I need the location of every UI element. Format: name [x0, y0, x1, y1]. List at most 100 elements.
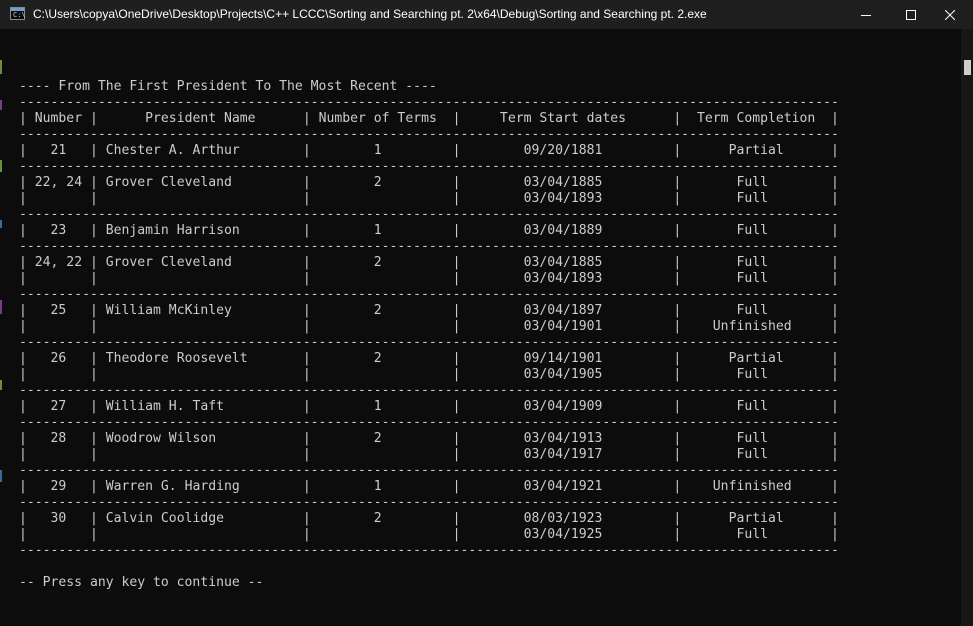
term-start-date: 08/03/1923 [460, 511, 674, 526]
table-separator: ----------------------------------------… [19, 127, 839, 142]
president-name: Woodrow Wilson [97, 431, 303, 446]
close-button[interactable] [927, 0, 973, 29]
term-completion: Partial [681, 143, 832, 158]
table-row: | 26 | Theodore Roosevelt | 2 | 09/14/19… [19, 351, 839, 366]
column-header: Term Completion [681, 111, 832, 126]
table-separator: ----------------------------------------… [19, 463, 839, 478]
term-completion: Full [681, 447, 832, 462]
table-row: | 28 | Woodrow Wilson | 2 | 03/04/1913 |… [19, 431, 839, 446]
vertical-scrollbar[interactable] [961, 29, 973, 626]
president-number: 21 [26, 143, 90, 158]
scrollbar-thumb[interactable] [964, 60, 971, 75]
president-name: William McKinley [97, 303, 303, 318]
term-start-date: 03/04/1889 [460, 223, 674, 238]
president-number: 24, 22 [26, 255, 90, 270]
president-number: 29 [26, 479, 90, 494]
number-of-terms: 2 [310, 175, 453, 190]
table-row: | 29 | Warren G. Harding | 1 | 03/04/192… [19, 479, 839, 494]
term-start-date: 09/20/1881 [460, 143, 674, 158]
number-of-terms: 2 [310, 303, 453, 318]
table-row: | 27 | William H. Taft | 1 | 03/04/1909 … [19, 399, 839, 414]
term-start-date: 03/04/1893 [460, 191, 674, 206]
continue-prompt: -- Press any key to continue -- [19, 575, 264, 590]
term-completion: Full [681, 303, 832, 318]
president-number: 28 [26, 431, 90, 446]
president-number: 25 [26, 303, 90, 318]
table-row: | | | | 03/04/1917 | Full | [19, 447, 839, 462]
term-completion: Full [681, 223, 832, 238]
president-number: 27 [26, 399, 90, 414]
table-separator: ----------------------------------------… [19, 287, 839, 302]
term-start-date: 03/04/1905 [460, 367, 674, 382]
maximize-icon [906, 9, 916, 20]
table-row: | 22, 24 | Grover Cleveland | 2 | 03/04/… [19, 175, 839, 190]
president-number: 22, 24 [26, 175, 90, 190]
column-header: Number [26, 111, 90, 126]
term-completion: Full [681, 191, 832, 206]
table-row: | 30 | Calvin Coolidge | 2 | 08/03/1923 … [19, 511, 839, 526]
minimize-button[interactable] [843, 0, 889, 29]
number-of-terms: 1 [310, 223, 453, 238]
header-row: | Number | President Name | Number of Te… [19, 111, 839, 126]
term-start-date: 03/04/1893 [460, 271, 674, 286]
table-row: | 21 | Chester A. Arthur | 1 | 09/20/188… [19, 143, 839, 158]
term-start-date: 03/04/1901 [460, 319, 674, 334]
term-start-date: 03/04/1885 [460, 255, 674, 270]
table-separator: ----------------------------------------… [19, 543, 839, 558]
table-separator: ----------------------------------------… [19, 239, 839, 254]
president-number: 30 [26, 511, 90, 526]
term-completion: Full [681, 255, 832, 270]
term-completion: Full [681, 367, 832, 382]
heading-line: ---- From The First President To The Mos… [19, 79, 839, 95]
term-start-date: 03/04/1925 [460, 527, 674, 542]
term-completion: Full [681, 527, 832, 542]
term-start-date: 03/04/1913 [460, 431, 674, 446]
app-icon-label: C:\ [13, 11, 26, 19]
president-name: Benjamin Harrison [97, 223, 303, 238]
table-separator: ----------------------------------------… [19, 495, 839, 510]
president-name: Calvin Coolidge [97, 511, 303, 526]
table-separator: ----------------------------------------… [19, 159, 839, 174]
table-row: | 23 | Benjamin Harrison | 1 | 03/04/188… [19, 223, 839, 238]
console-app-icon[interactable]: C:\ [10, 7, 26, 20]
column-header: President Name [97, 111, 303, 126]
title-bar[interactable]: C:\ C:\Users\copya\OneDrive\Desktop\Proj… [0, 0, 973, 29]
president-name: Grover Cleveland [97, 175, 303, 190]
term-completion: Full [681, 399, 832, 414]
president-name: Grover Cleveland [97, 255, 303, 270]
term-completion: Unfinished [681, 479, 832, 494]
table-row: | | | | 03/04/1893 | Full | [19, 271, 839, 286]
table-row: | | | | 03/04/1901 | Unfinished | [19, 319, 839, 334]
minimize-icon [861, 14, 871, 16]
console-heading: ---- From The First President To The Mos… [19, 79, 437, 94]
term-start-date: 03/04/1921 [460, 479, 674, 494]
term-start-date: 03/04/1897 [460, 303, 674, 318]
close-icon [945, 9, 955, 20]
table-separator: ----------------------------------------… [19, 207, 839, 222]
table-separator: ----------------------------------------… [19, 415, 839, 430]
table-separator: ----------------------------------------… [19, 383, 839, 398]
president-name: William H. Taft [97, 399, 303, 414]
number-of-terms: 2 [310, 255, 453, 270]
term-completion: Partial [681, 511, 832, 526]
president-name: Chester A. Arthur [97, 143, 303, 158]
president-name: Theodore Roosevelt [97, 351, 303, 366]
table-row: | 24, 22 | Grover Cleveland | 2 | 03/04/… [19, 255, 839, 270]
table-row: | | | | 03/04/1905 | Full | [19, 367, 839, 382]
term-completion: Full [681, 175, 832, 190]
number-of-terms: 2 [310, 511, 453, 526]
window-title: C:\Users\copya\OneDrive\Desktop\Projects… [33, 7, 707, 21]
table-row: | | | | 03/04/1925 | Full | [19, 527, 839, 542]
column-header: Number of Terms [310, 111, 453, 126]
number-of-terms: 1 [310, 143, 453, 158]
president-number: 26 [26, 351, 90, 366]
term-completion: Partial [681, 351, 832, 366]
table-row: | 25 | William McKinley | 2 | 03/04/1897… [19, 303, 839, 318]
console-output-area[interactable]: ---- From The First President To The Mos… [0, 29, 961, 626]
term-completion: Full [681, 431, 832, 446]
number-of-terms: 1 [310, 399, 453, 414]
term-start-date: 03/04/1909 [460, 399, 674, 414]
table-row: | | | | 03/04/1893 | Full | [19, 191, 839, 206]
